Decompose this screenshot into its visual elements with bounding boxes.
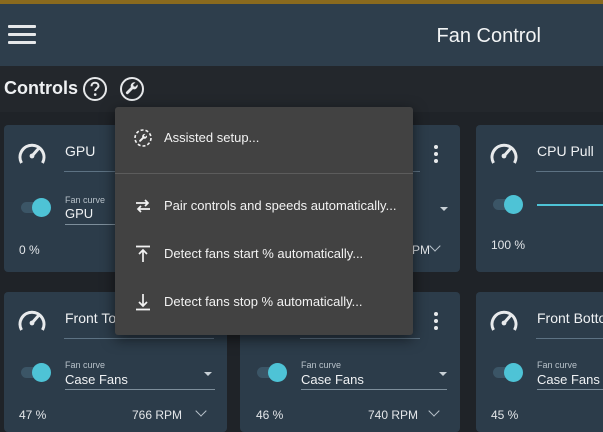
fan-curve-select[interactable]: GPU <box>65 206 93 221</box>
enable-toggle[interactable] <box>19 197 53 217</box>
wrench-icon <box>120 77 144 101</box>
assisted-setup-icon <box>134 129 152 147</box>
name-underline <box>536 171 603 172</box>
controls-header: Controls <box>0 66 603 112</box>
control-percent: 46 % <box>256 408 284 422</box>
menu-item-label: Detect fans stop % automatically... <box>164 294 363 309</box>
control-card-cpu-pull: CPU Pull 100 % <box>476 125 603 272</box>
swap-arrows-icon <box>136 199 150 213</box>
card-name[interactable]: GPU <box>65 143 95 159</box>
rpm-readout: 740 RPM <box>368 408 419 422</box>
gauge-icon <box>490 310 518 331</box>
gauge-icon <box>18 143 46 164</box>
control-percent: 45 % <box>491 408 519 422</box>
more-options-icon[interactable] <box>433 312 439 332</box>
detect-start-icon <box>136 245 150 262</box>
enable-toggle[interactable] <box>491 362 525 382</box>
fan-curve-label: Fan curve <box>65 360 106 370</box>
menu-item-label: Pair controls and speeds automatically..… <box>164 198 397 213</box>
name-underline <box>300 338 420 339</box>
more-options-icon[interactable] <box>433 145 439 165</box>
control-percent: 0 % <box>19 243 40 257</box>
name-underline <box>64 338 214 339</box>
menu-item-label: Detect fans start % automatically... <box>164 246 364 261</box>
expand-chevron-icon[interactable] <box>429 240 441 252</box>
enable-toggle[interactable] <box>255 362 289 382</box>
card-name[interactable]: CPU Pull <box>537 143 594 159</box>
enable-toggle[interactable] <box>19 362 53 382</box>
fan-curve-label: Fan curve <box>65 195 106 205</box>
controls-title: Controls <box>4 78 78 98</box>
fan-curve-label: Fan curve <box>301 360 342 370</box>
gauge-icon <box>490 143 518 164</box>
detect-stop-icon <box>136 294 150 311</box>
tools-dropdown-menu: Assisted setup... Pair controls and spee… <box>115 107 413 335</box>
app-bar: Fan Control <box>0 4 603 66</box>
card-name[interactable]: Front To <box>65 310 116 326</box>
expand-chevron-icon[interactable] <box>195 405 207 417</box>
control-card-front-bottom: Front Botto Fan curve Case Fans 45 % <box>476 292 603 432</box>
app-title: Fan Control <box>436 25 542 47</box>
fan-curve-dropdown-caret[interactable] <box>204 372 212 376</box>
fan-curve-select[interactable]: Case Fans <box>301 372 364 387</box>
fan-curve-select[interactable]: Case Fans <box>65 372 128 387</box>
expand-chevron-icon[interactable] <box>428 405 440 417</box>
tools-button[interactable] <box>119 76 145 102</box>
fan-curve-underline <box>301 389 447 390</box>
menu-divider <box>115 173 413 174</box>
card-name[interactable]: Front Botto <box>537 310 603 326</box>
fan-curve-underline <box>65 389 215 390</box>
control-percent: 47 % <box>19 408 47 422</box>
name-underline <box>536 338 603 339</box>
control-percent: 100 % <box>491 238 526 252</box>
menu-item-detect-stop[interactable]: Detect fans stop % automatically... <box>115 279 413 325</box>
fan-curve-dropdown-caret[interactable] <box>440 207 448 211</box>
enable-toggle[interactable] <box>491 194 525 214</box>
gauge-icon <box>18 310 46 331</box>
menu-item-detect-start[interactable]: Detect fans start % automatically... <box>115 231 413 277</box>
rpm-readout: 766 RPM <box>132 408 183 422</box>
menu-item-pair-controls[interactable]: Pair controls and speeds automatically..… <box>115 183 413 229</box>
hamburger-menu-icon[interactable] <box>8 25 36 45</box>
fan-curve-select[interactable]: Case Fans <box>537 372 600 387</box>
fan-curve-underline <box>537 389 603 390</box>
menu-item-assisted-setup[interactable]: Assisted setup... <box>115 115 413 161</box>
fan-curve-dropdown-caret[interactable] <box>439 372 447 376</box>
menu-item-label: Assisted setup... <box>164 130 260 145</box>
help-button[interactable] <box>82 76 108 102</box>
speed-slider[interactable] <box>537 204 603 206</box>
rpm-readout: PM <box>412 243 430 257</box>
fan-curve-label: Fan curve <box>537 360 578 370</box>
help-icon <box>83 77 107 101</box>
